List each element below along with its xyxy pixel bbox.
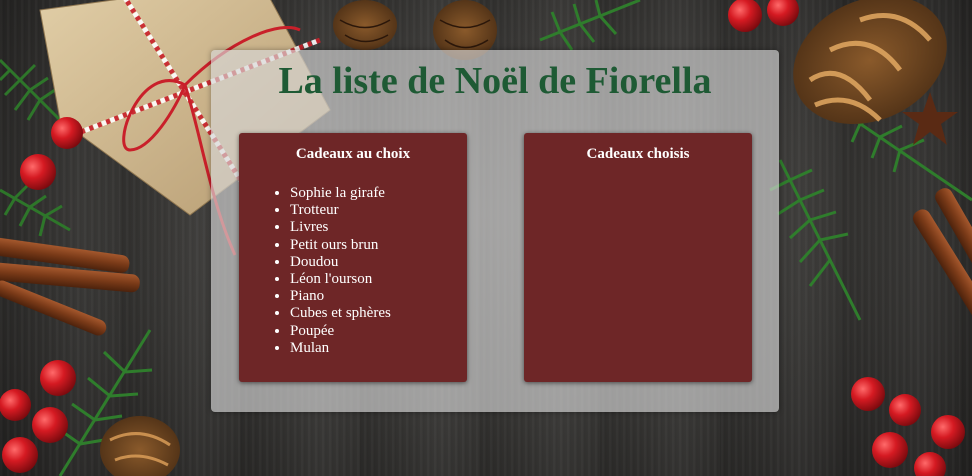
gift-item[interactable]: Doudou — [290, 254, 467, 271]
gift-item[interactable]: Léon l'ourson — [290, 271, 467, 288]
wishlist-panel: La liste de Noël de Fiorella Cadeaux au … — [211, 50, 779, 412]
cinnamon-stick-icon — [0, 236, 140, 336]
gift-item[interactable]: Poupée — [290, 323, 467, 340]
page-title: La liste de Noël de Fiorella — [278, 60, 712, 102]
available-gifts-heading: Cadeaux au choix — [295, 146, 411, 162]
gift-item[interactable]: Mulan — [290, 340, 467, 357]
pine-cone-icon — [100, 416, 180, 476]
gift-item[interactable]: Piano — [290, 288, 467, 305]
chosen-gifts-heading: Cadeaux choisis — [586, 146, 690, 162]
gift-item[interactable]: Cubes et sphères — [290, 305, 467, 322]
available-gifts-list: Sophie la girafeTrotteurLivresPetit ours… — [239, 185, 467, 357]
gift-item[interactable]: Trotteur — [290, 202, 467, 219]
gift-item[interactable]: Sophie la girafe — [290, 185, 467, 202]
chosen-gifts-box[interactable]: Cadeaux choisis — [524, 133, 752, 382]
gift-item[interactable]: Livres — [290, 219, 467, 236]
available-gifts-box: Cadeaux au choix Sophie la girafeTrotteu… — [239, 133, 467, 382]
gift-item[interactable]: Petit ours brun — [290, 237, 467, 254]
cinnamon-stick-icon — [912, 188, 972, 349]
